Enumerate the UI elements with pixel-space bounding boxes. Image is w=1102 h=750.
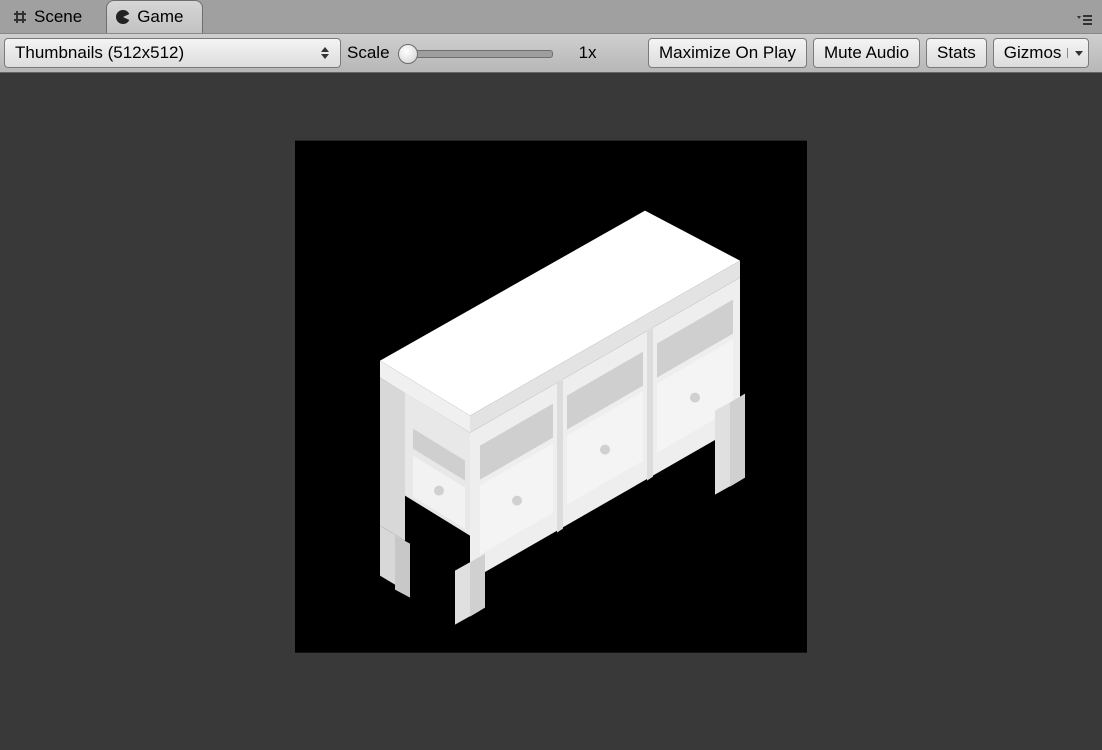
aspect-ratio-label: Thumbnails (512x512): [15, 43, 184, 63]
pacman-icon: [115, 9, 131, 25]
view-tab-strip: Scene Game: [0, 0, 1102, 33]
maximize-on-play-label: Maximize On Play: [659, 43, 796, 63]
mute-audio-button[interactable]: Mute Audio: [813, 38, 920, 68]
game-viewport[interactable]: [0, 73, 1102, 750]
stats-label: Stats: [937, 43, 976, 63]
scale-slider-group: Scale 1x: [347, 43, 642, 63]
render-output: [295, 140, 807, 652]
tab-context-menu-icon[interactable]: [1074, 11, 1092, 31]
game-render-content-icon: [295, 140, 807, 652]
tab-scene[interactable]: Scene: [4, 1, 100, 33]
slider-thumb[interactable]: [398, 44, 418, 64]
slider-track: [398, 50, 553, 58]
updown-arrows-icon: [320, 46, 330, 60]
scale-label: Scale: [347, 43, 390, 63]
tab-game-label: Game: [137, 7, 183, 27]
tab-scene-label: Scene: [34, 7, 82, 27]
scale-value: 1x: [561, 43, 603, 63]
game-view-toolbar: Thumbnails (512x512) Scale 1x Maximize O…: [0, 33, 1102, 73]
scale-slider[interactable]: [398, 43, 553, 63]
scene-grid-icon: [12, 9, 28, 25]
aspect-ratio-dropdown[interactable]: Thumbnails (512x512): [4, 38, 341, 68]
gizmos-button[interactable]: Gizmos: [993, 38, 1090, 68]
chevron-down-icon[interactable]: [1067, 48, 1084, 58]
gizmos-label: Gizmos: [1004, 43, 1062, 63]
tab-game[interactable]: Game: [106, 0, 202, 33]
stats-button[interactable]: Stats: [926, 38, 987, 68]
maximize-on-play-button[interactable]: Maximize On Play: [648, 38, 807, 68]
mute-audio-label: Mute Audio: [824, 43, 909, 63]
